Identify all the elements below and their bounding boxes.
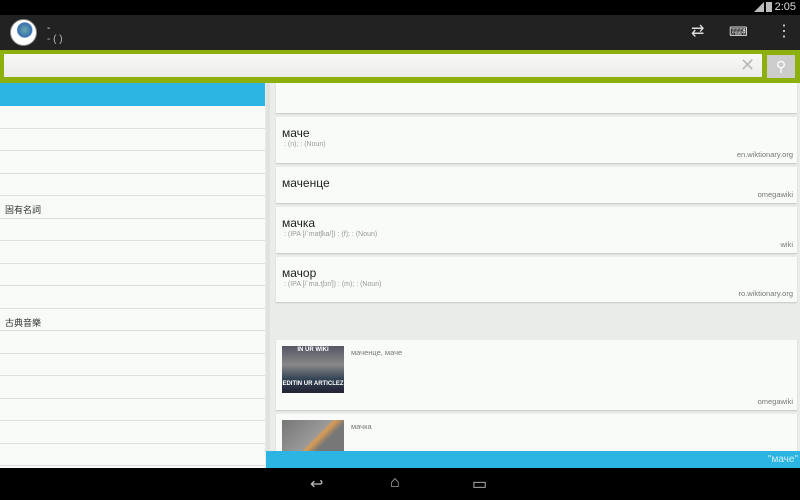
list-item[interactable]: 固有名詞 [0,196,265,219]
back-icon[interactable]: ↩ [310,474,323,494]
clear-icon[interactable]: ✕ [740,55,755,76]
result-detail: : (n); : (Noun) [284,141,326,148]
app-title: - [47,23,51,34]
query-text: "маче" [767,454,798,465]
cat-meme-image: IN UR WIKI EDITIN UR ARTICLEZ [282,346,344,393]
result-word: мачор [282,266,317,280]
list-header [0,83,265,106]
results-pane: маче : (n); : (Noun) en.wiktionary.org м… [266,83,800,468]
search-button[interactable]: ⚲ [767,55,795,78]
image-card[interactable]: IN UR WIKI EDITIN UR ARTICLEZ маченце, м… [276,340,797,410]
result-word: маченце [282,176,330,190]
list-item[interactable] [0,129,265,151]
list-item[interactable]: 古典音樂 [0,309,265,331]
search-icon: ⚲ [775,58,787,74]
list-item[interactable] [0,286,265,309]
list-item[interactable] [0,444,265,466]
list-item[interactable] [0,106,265,129]
navigation-bar: ↩ ⌂ ▭ [0,468,800,500]
list-item[interactable] [0,241,265,264]
result-card[interactable]: маче : (n); : (Noun) en.wiktionary.org [276,117,797,163]
result-detail: : (IPA [/ˈma.tʃɔr/]) : (m); : (Noun) [284,281,382,288]
result-card[interactable]: мачор : (IPA [/ˈma.tʃɔr/]) : (m); : (Nou… [276,257,797,302]
result-source: omegawiki [757,190,793,199]
list-item[interactable] [0,151,265,174]
list-item[interactable] [0,331,265,354]
clock: 2:05 [774,1,796,13]
image-caption: маченце, маче [351,348,403,357]
search-input[interactable] [4,54,762,77]
app-logo-icon[interactable] [10,19,37,46]
result-card[interactable]: маченце omegawiki [276,167,797,203]
list-item[interactable] [0,399,265,421]
battery-icon [766,2,772,12]
result-card-partial[interactable] [276,83,797,113]
action-bar: - - ( ) ⇄ ⌨ ⋮ [0,15,800,50]
status-bar: 2:05 [0,0,800,15]
result-source: wiki [780,240,794,249]
image-source: omegawiki [757,397,793,406]
list-item[interactable] [0,219,265,241]
image-caption: мачка [351,422,372,431]
sync-icon[interactable]: ⇄ [691,23,704,41]
list-item[interactable] [0,174,265,196]
list-item[interactable] [0,354,265,376]
home-icon[interactable]: ⌂ [390,474,400,492]
list-item[interactable] [0,264,265,286]
result-detail: : (IPA [/ˈmatʃka/]) : (f); : (Noun) [284,231,378,238]
result-source: ro.wiktionary.org [738,289,793,298]
result-source: en.wiktionary.org [736,150,793,159]
list-item[interactable] [0,421,265,444]
result-word: маче [282,126,310,140]
overflow-menu-icon[interactable]: ⋮ [776,23,792,41]
list-item[interactable] [0,376,265,399]
recent-apps-icon[interactable]: ▭ [472,474,487,494]
result-card[interactable]: мачка : (IPA [/ˈmatʃka/]) : (f); : (Noun… [276,207,797,253]
app-subtitle: - ( ) [47,34,63,45]
query-bar: "маче" [266,451,800,468]
dictionary-list: 固有名詞 古典音樂 [0,83,265,468]
result-word: мачка [282,216,316,230]
search-bar [0,50,800,83]
keyboard-icon[interactable]: ⌨ [729,23,748,41]
signal-icon [754,2,764,12]
